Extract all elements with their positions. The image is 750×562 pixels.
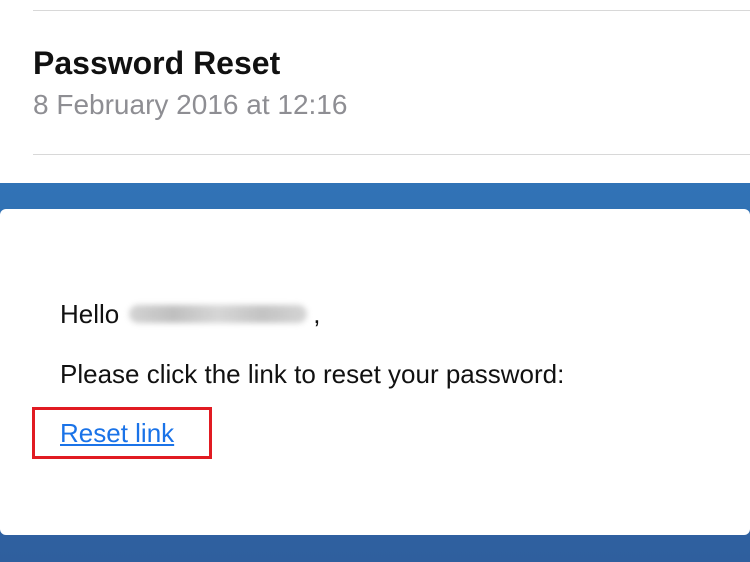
email-body-frame: Hello , Please click the link to reset y… [0, 183, 750, 562]
greeting-comma: , [313, 299, 321, 329]
greeting-text: Hello [60, 299, 120, 329]
redacted-recipient-name [129, 305, 308, 323]
greeting-line: Hello , [60, 296, 320, 332]
top-divider [33, 10, 750, 11]
reset-link[interactable]: Reset link [60, 415, 174, 451]
header-divider [33, 154, 750, 155]
email-date: 8 February 2016 at 12:16 [33, 89, 348, 120]
reset-instructions: Please click the link to reset your pass… [60, 359, 565, 389]
email-header: Password Reset 8 February 2016 at 12:16 [33, 44, 750, 122]
email-body-card: Hello , Please click the link to reset y… [0, 209, 750, 535]
email-view: Password Reset 8 February 2016 at 12:16 … [0, 0, 750, 562]
email-subject: Password Reset [33, 45, 281, 81]
